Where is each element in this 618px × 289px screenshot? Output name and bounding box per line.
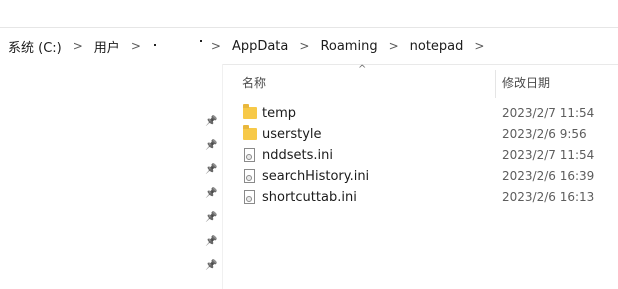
breadcrumb-users[interactable]: 用户 (92, 37, 122, 56)
file-row[interactable]: searchHistory.ini 2023/2/6 16:39 (240, 166, 618, 187)
file-name: temp (262, 106, 297, 121)
file-explorer-window: 系统 (C:) > 用户 > > AppData > Roaming > not… (0, 0, 618, 289)
file-name: userstyle (262, 127, 322, 142)
file-row[interactable]: shortcuttab.ini 2023/2/6 16:13 (240, 187, 618, 208)
pin-icon[interactable]: 📌 (205, 260, 217, 272)
file-date-modified: 2023/2/7 11:54 (502, 106, 595, 120)
file-row[interactable]: temp 2023/2/7 11:54 (240, 103, 618, 124)
navigation-pane[interactable] (0, 64, 222, 289)
chevron-right-icon[interactable]: > (290, 39, 318, 53)
pin-icon[interactable]: 📌 (205, 212, 217, 224)
pin-icon[interactable]: 📌 (205, 164, 217, 176)
file-name: shortcuttab.ini (262, 190, 357, 205)
chevron-right-icon[interactable]: > (122, 39, 150, 53)
breadcrumb-roaming[interactable]: Roaming (318, 39, 379, 54)
settings-file-icon (243, 190, 257, 205)
toolbar-strip (0, 0, 618, 28)
file-row[interactable]: nddsets.ini 2023/2/7 11:54 (240, 145, 618, 166)
breadcrumb-drive[interactable]: 系统 (C:) (6, 37, 64, 56)
settings-file-icon (243, 148, 257, 163)
folder-icon (243, 104, 257, 121)
column-header-date-modified[interactable]: 修改日期 (502, 74, 550, 91)
pin-icon[interactable]: 📌 (205, 236, 217, 248)
sort-ascending-icon: ^ (358, 64, 367, 75)
column-header-name[interactable]: 名称 (242, 74, 266, 91)
folder-icon (243, 125, 257, 142)
file-date-modified: 2023/2/7 11:54 (502, 148, 595, 162)
file-row[interactable]: userstyle 2023/2/6 9:56 (240, 124, 618, 145)
address-bar[interactable]: 系统 (C:) > 用户 > > AppData > Roaming > not… (0, 28, 618, 65)
file-date-modified: 2023/2/6 9:56 (502, 127, 587, 141)
chevron-right-icon[interactable]: > (64, 39, 92, 53)
column-resize-handle[interactable] (495, 70, 496, 98)
pin-icon[interactable]: 📌 (205, 188, 217, 200)
chevron-right-icon[interactable]: > (465, 39, 493, 53)
pane-divider[interactable] (222, 64, 223, 289)
pin-icon[interactable]: 📌 (205, 116, 217, 128)
settings-file-icon (243, 169, 257, 184)
breadcrumb: 系统 (C:) > 用户 > > AppData > Roaming > not… (6, 28, 493, 64)
file-date-modified: 2023/2/6 16:39 (502, 169, 595, 183)
chevron-right-icon[interactable]: > (380, 39, 408, 53)
file-name: searchHistory.ini (262, 169, 370, 184)
breadcrumb-appdata[interactable]: AppData (230, 39, 290, 54)
file-name: nddsets.ini (262, 148, 333, 163)
chevron-right-icon[interactable]: > (202, 39, 230, 53)
breadcrumb-username[interactable] (150, 40, 202, 52)
file-date-modified: 2023/2/6 16:13 (502, 190, 595, 204)
breadcrumb-notepad[interactable]: notepad (408, 39, 466, 54)
pin-icon[interactable]: 📌 (205, 140, 217, 152)
